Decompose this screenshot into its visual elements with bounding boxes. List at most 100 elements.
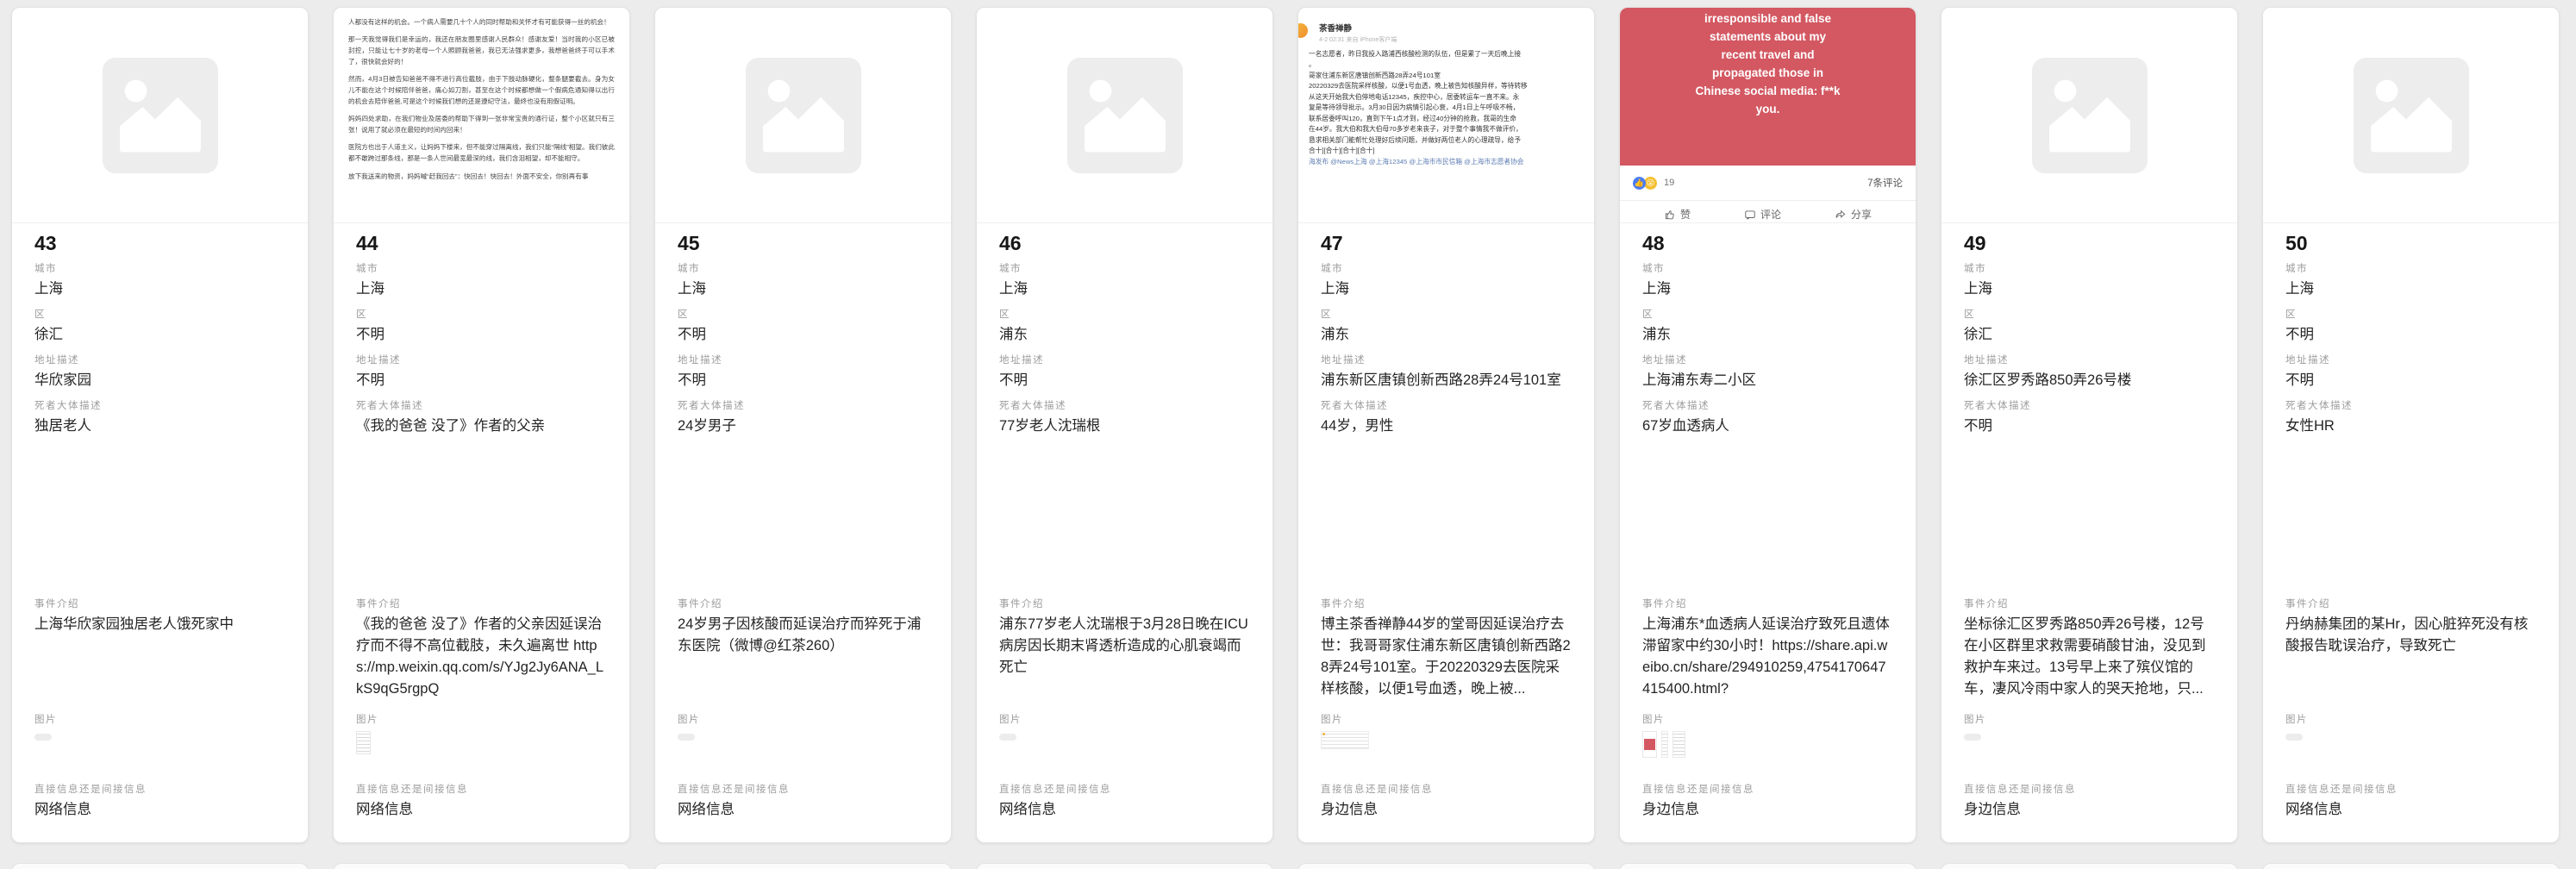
field-label-address: 地址描述 xyxy=(678,354,928,366)
field-value-city: 上海 xyxy=(356,278,607,300)
field-label-source: 直接信息还是间接信息 xyxy=(2285,784,2536,796)
comment-count: 7条评论 xyxy=(1867,176,1903,190)
post-action-bar: 赞 评论 分享 xyxy=(1620,201,1916,222)
attachment-thumbnails xyxy=(1321,731,1572,775)
field-value-deceased: 不明 xyxy=(1964,416,2215,590)
record-number: 43 xyxy=(34,232,285,254)
post-action-label: 分享 xyxy=(1851,207,1872,222)
like-reaction-icon: 👍 xyxy=(1633,177,1646,190)
screenshot-paragraph: 妈妈四处求助，在我们物业及居委的帮助下得到一张非常宝贵的通行证，整个小区就只有三… xyxy=(348,113,615,135)
record-card-43[interactable]: 👍 😮 43 城市 上海 区 徐汇 地址描述 华欣家园 死者大体描述 独居老人 … xyxy=(11,7,309,843)
field-label-source: 直接信息还是间接信息 xyxy=(678,784,928,796)
field-value-city: 上海 xyxy=(678,278,928,300)
post-text-line: propagated those in xyxy=(1620,65,1916,83)
field-label-deceased: 死者大体描述 xyxy=(34,400,285,412)
field-label-source: 直接信息还是间接信息 xyxy=(1642,784,1893,796)
field-label-event: 事件介绍 xyxy=(678,598,928,610)
field-label-district: 区 xyxy=(356,309,607,321)
field-value-district: 徐汇 xyxy=(1964,324,2215,346)
field-label-city: 城市 xyxy=(356,263,607,275)
weibo-text-line: 20220329去医院采样核酸，以便1号血透，晚上被告知核酸异样，等待转移 xyxy=(1309,81,1594,91)
field-label-city: 城市 xyxy=(34,263,285,275)
wow-reaction-icon: 😮 xyxy=(1644,177,1657,190)
record-card-46[interactable]: 👍 😮 46 城市 上海 区 浦东 地址描述 不明 死者大体描述 77岁老人沈瑞… xyxy=(976,7,1273,843)
screenshot-paragraph: 放下我送来的物资，妈妈喊“赶我回去”：快回去！快回去！外面不安全，你别再有事 xyxy=(348,171,615,182)
card-cover-image: 👍 😮 xyxy=(2263,8,2559,223)
weibo-author: 茶香禅静 xyxy=(1319,22,1594,34)
field-value-event: 24岁男子因核酸而延误治疗而猝死于浦东医院（微博@红茶260） xyxy=(678,614,928,705)
thumbnail-chat-strip[interactable] xyxy=(1661,731,1668,758)
image-placeholder-icon xyxy=(2032,58,2148,173)
field-value-city: 上海 xyxy=(1321,278,1572,300)
record-card-partial[interactable] xyxy=(976,863,1273,869)
field-label-event: 事件介绍 xyxy=(1964,598,2215,610)
record-card-partial[interactable] xyxy=(1297,863,1595,869)
field-value-event: 浦东77岁老人沈瑞根于3月28日晚在ICU病房因长期末肾透析造成的心肌衰竭而死亡 xyxy=(999,614,1250,705)
weibo-text-line: 。 xyxy=(1309,59,1594,70)
record-card-partial[interactable] xyxy=(2262,863,2560,869)
image-placeholder-icon xyxy=(2354,58,2469,173)
image-placeholder-icon xyxy=(746,58,861,173)
reaction-count: 19 xyxy=(1664,178,1674,188)
weibo-text-line: 在44岁。我大伯和我大伯母70多岁老来丧子，对于整个事情我不做评价， xyxy=(1309,124,1594,134)
field-value-address: 浦东新区唐镇创新西路28弄24号101室 xyxy=(1321,370,1572,391)
field-value-source: 身边信息 xyxy=(1964,799,2215,821)
weibo-mentions-line[interactable]: 海发布 @News上海 @上海12345 @上海市市民信箱 @上海市志愿者协会 xyxy=(1309,157,1594,167)
field-label-address: 地址描述 xyxy=(2285,354,2536,366)
thumbnail-document[interactable] xyxy=(356,731,371,754)
record-card-partial[interactable] xyxy=(333,863,630,869)
field-label-deceased: 死者大体描述 xyxy=(1642,400,1893,412)
record-card-47[interactable]: 茶香禅静 4-2 02:31 来自 iPhone客户端 一名志愿者，昨日我投入路… xyxy=(1297,7,1595,843)
field-label-event: 事件介绍 xyxy=(1642,598,1893,610)
record-card-48[interactable]: irresponsible and falsestatements about … xyxy=(1619,7,1916,843)
post-text-line: you. xyxy=(1620,101,1916,119)
record-card-partial[interactable] xyxy=(1619,863,1916,869)
post-action-label: 赞 xyxy=(1680,207,1691,222)
field-label-district: 区 xyxy=(678,309,928,321)
field-label-event: 事件介绍 xyxy=(1321,598,1572,610)
post-text-line: irresponsible and false xyxy=(1620,10,1916,28)
card-cover-image: 茶香禅静 4-2 02:31 来自 iPhone客户端 一名志愿者，昨日我投入路… xyxy=(1298,8,1594,223)
field-value-city: 上海 xyxy=(34,278,285,300)
field-value-district: 不明 xyxy=(356,324,607,346)
field-label-image: 图片 xyxy=(2285,714,2536,726)
weibo-text-line: 联系居委呼叫120，直到下午1点才到，经过40分钟的抢救，我哥的生命 xyxy=(1309,114,1594,124)
card-cover-image: 👍 😮 xyxy=(977,8,1272,223)
field-value-city: 上海 xyxy=(1642,278,1893,300)
record-card-49[interactable]: 👍 😮 49 城市 上海 区 徐汇 地址描述 徐汇区罗秀路850弄26号楼 死者… xyxy=(1941,7,2238,843)
field-label-deceased: 死者大体描述 xyxy=(1321,400,1572,412)
record-card-partial[interactable] xyxy=(1941,863,2238,869)
field-value-district: 浦东 xyxy=(999,324,1250,346)
field-label-district: 区 xyxy=(1321,309,1572,321)
record-card-44[interactable]: 人都没有这样的机会。一个病人需要几十个人的同时帮助和关怀才有可能获得一丝的机会！… xyxy=(333,7,630,843)
thumbnail-red-post[interactable] xyxy=(1642,731,1657,758)
field-value-city: 上海 xyxy=(999,278,1250,300)
field-value-source: 网络信息 xyxy=(2285,799,2536,821)
field-label-event: 事件介绍 xyxy=(999,598,1250,610)
record-card-50[interactable]: 👍 😮 50 城市 上海 区 不明 地址描述 不明 死者大体描述 女性HR 事件… xyxy=(2262,7,2560,843)
thumbnail-weibo-screenshot[interactable] xyxy=(1321,731,1369,749)
field-value-deceased: 独居老人 xyxy=(34,416,285,590)
field-value-deceased: 《我的爸爸 没了》作者的父亲 xyxy=(356,416,607,590)
field-value-event: 《我的爸爸 没了》作者的父亲因延误治疗而不得不高位截肢，未久遍离世 https:… xyxy=(356,614,607,705)
field-value-event: 上海浦东*血透病人延误治疗致死且遗体滞留家中约30小时！https://shar… xyxy=(1642,614,1893,705)
attachment-thumbnails xyxy=(999,731,1250,775)
field-value-deceased: 24岁男子 xyxy=(678,416,928,590)
field-label-image: 图片 xyxy=(1964,714,2215,726)
field-value-deceased: 77岁老人沈瑞根 xyxy=(999,416,1250,590)
post-action-评论[interactable]: 评论 xyxy=(1744,207,1781,222)
thumbnail-record-list[interactable] xyxy=(1673,731,1685,758)
field-label-deceased: 死者大体描述 xyxy=(1964,400,2215,412)
record-card-45[interactable]: 👍 😮 45 城市 上海 区 不明 地址描述 不明 死者大体描述 24岁男子 事… xyxy=(654,7,952,843)
record-card-partial[interactable] xyxy=(11,863,309,869)
field-value-address: 不明 xyxy=(2285,370,2536,391)
card-cover-image: 👍 😮 xyxy=(655,8,951,223)
post-action-赞[interactable]: 赞 xyxy=(1664,207,1691,222)
field-value-source: 网络信息 xyxy=(678,799,928,821)
field-value-address: 华欣家园 xyxy=(34,370,285,391)
record-card-partial[interactable] xyxy=(654,863,952,869)
card-cover-image: 👍 😮 xyxy=(12,8,308,223)
field-value-city: 上海 xyxy=(2285,278,2536,300)
post-text-line: recent travel and xyxy=(1620,47,1916,65)
post-action-分享[interactable]: 分享 xyxy=(1835,207,1872,222)
